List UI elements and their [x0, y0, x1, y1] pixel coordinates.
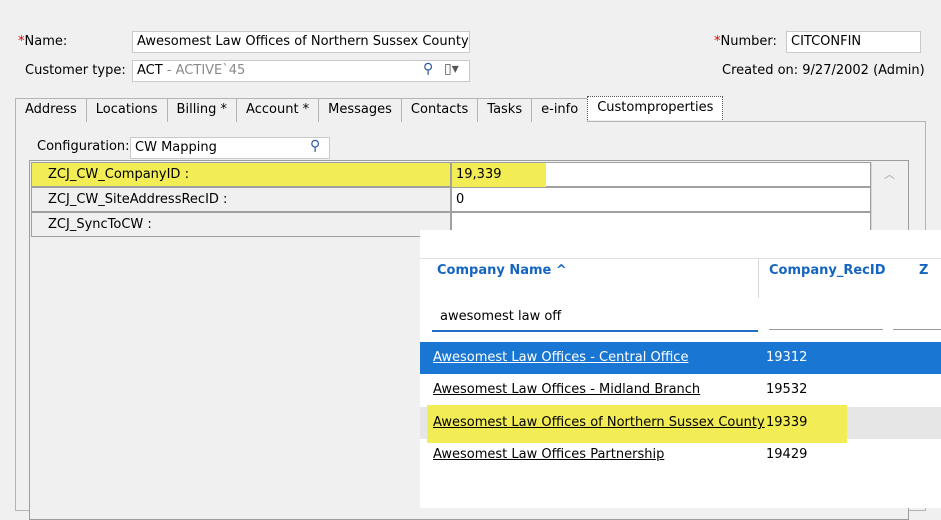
property-name: ZCJ_SyncToCW : — [31, 212, 451, 237]
tab-e-info[interactable]: e-info — [531, 98, 589, 122]
third-filter-underline[interactable] — [893, 329, 941, 330]
company-recid: 19532 — [766, 382, 808, 397]
property-name: ZCJ_CW_SiteAddressRecID : — [31, 187, 451, 212]
tab-contacts[interactable]: Contacts — [400, 98, 479, 122]
grid-scrollbar[interactable]: ︿ — [871, 162, 907, 232]
column-separator — [758, 258, 759, 298]
tab-customproperties[interactable]: Customproperties — [587, 96, 724, 120]
tab-account[interactable]: Account * — [236, 98, 320, 122]
company-search-input[interactable]: awesomest law off — [440, 309, 561, 324]
scroll-up-icon[interactable]: ︿ — [884, 166, 895, 182]
number-field[interactable]: CITCONFIN — [786, 31, 921, 53]
tab-bar: Address Locations Billing * Account * Me… — [15, 96, 724, 122]
search-icon[interactable]: ⚲ — [423, 61, 433, 77]
customer-type-code: ACT — [137, 63, 163, 78]
tab-billing[interactable]: Billing * — [166, 98, 238, 122]
company-recid: 19339 — [766, 415, 808, 430]
configuration-search-icon[interactable]: ⚲ — [310, 138, 320, 154]
company-recid: 19312 — [766, 350, 808, 365]
property-row: ZCJ_CW_CompanyID : 19,339 — [31, 162, 871, 188]
configuration-label: Configuration: — [37, 139, 130, 154]
property-value-text: 19,339 — [456, 167, 502, 182]
name-field[interactable]: Awesomest Law Offices of Northern Sussex… — [132, 31, 470, 53]
customer-type-label: Customer type: — [25, 63, 126, 78]
company-recid: 19429 — [766, 447, 808, 462]
company-name-link[interactable]: Awesomest Law Offices Partnership — [433, 447, 664, 462]
divider — [420, 258, 941, 259]
number-label: *Number: — [714, 34, 777, 49]
tab-address[interactable]: Address — [15, 98, 87, 122]
company-name-link[interactable]: Awesomest Law Offices of Northern Sussex… — [433, 415, 765, 430]
configuration-field[interactable]: CW Mapping — [130, 137, 330, 159]
customer-type-field[interactable]: ACT - ACTIVE`45 — [132, 60, 470, 82]
tab-locations[interactable]: Locations — [85, 98, 168, 122]
name-label: *Name: — [18, 34, 68, 49]
property-value[interactable]: 19,339 — [451, 162, 871, 188]
property-row: ZCJ_CW_SiteAddressRecID : 0 — [31, 187, 871, 212]
company-name-link[interactable]: Awesomest Law Offices - Midland Branch — [433, 382, 700, 397]
list-item[interactable]: Awesomest Law Offices Partnership 19429 — [420, 439, 941, 471]
company-name-link[interactable]: Awesomest Law Offices - Central Office — [433, 350, 688, 365]
list-item[interactable]: Awesomest Law Offices - Midland Branch 1… — [420, 374, 941, 406]
column-header-company-recid[interactable]: Company_RecID — [769, 263, 886, 278]
list-item[interactable]: Awesomest Law Offices - Central Office 1… — [420, 342, 941, 374]
list-item[interactable]: Awesomest Law Offices of Northern Sussex… — [420, 405, 941, 443]
column-header-third[interactable]: Z — [919, 263, 928, 278]
dropdown-menu-icon[interactable]: ▯▾ — [444, 61, 459, 77]
tab-tasks[interactable]: Tasks — [477, 98, 533, 122]
property-value[interactable]: 0 — [451, 187, 871, 212]
recid-filter-underline[interactable] — [769, 329, 883, 330]
property-name: ZCJ_CW_CompanyID : — [31, 162, 451, 187]
search-underline — [432, 330, 758, 332]
created-on-text: Created on: 9/27/2002 (Admin) — [722, 63, 925, 78]
customer-type-desc: - ACTIVE`45 — [162, 63, 246, 78]
column-header-company-name[interactable]: Company Name ^ — [437, 263, 567, 278]
tab-messages[interactable]: Messages — [318, 98, 402, 122]
